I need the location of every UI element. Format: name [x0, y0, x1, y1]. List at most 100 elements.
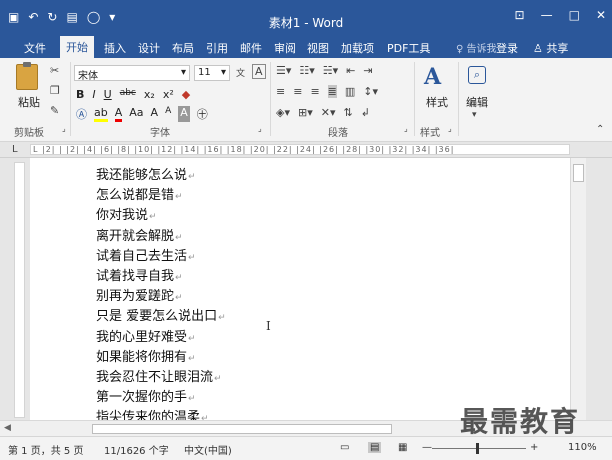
align-right-icon[interactable]: ≡ — [310, 85, 319, 98]
shrink-font-button[interactable]: A — [165, 106, 171, 122]
close-button[interactable]: ✕ — [596, 8, 606, 22]
sort-icon[interactable]: ⇅ — [343, 106, 352, 119]
bold-button[interactable]: B — [76, 88, 84, 101]
paste-icon[interactable] — [16, 62, 38, 90]
increase-indent-icon[interactable]: ⇥ — [363, 64, 372, 77]
vertical-scroll-thumb[interactable] — [573, 164, 584, 182]
numbering-icon[interactable]: ☷▾ — [299, 64, 314, 77]
tab-references[interactable]: 引用 — [206, 40, 228, 56]
distributed-icon[interactable]: ▥ — [345, 85, 355, 98]
chinese-layout-icon[interactable]: ✕▾ — [321, 106, 336, 119]
justify-icon[interactable]: ≣ — [327, 85, 337, 98]
page-count[interactable]: 第 1 页，共 5 页 — [8, 442, 83, 457]
vertical-scrollbar[interactable] — [570, 158, 586, 420]
tab-selector[interactable]: L — [12, 144, 18, 155]
chevron-down-icon[interactable]: ▾ — [472, 110, 477, 120]
line-spacing-icon[interactable]: ↕▾ — [363, 85, 378, 98]
tab-mailings[interactable]: 邮件 — [240, 40, 262, 56]
share-button[interactable]: ♙ 共享 — [533, 40, 568, 56]
format-painter-icon[interactable]: ✎ — [50, 104, 59, 117]
maximize-button[interactable]: □ — [569, 8, 580, 22]
sign-in-link[interactable]: 登录 — [496, 40, 518, 56]
text-effects-icon[interactable]: Ⓐ — [76, 106, 87, 122]
text-line[interactable]: 离开就会解脱↵ — [96, 227, 226, 247]
text-line[interactable]: 我会忍住不让眼泪流↵ — [96, 368, 226, 388]
styles-button-label[interactable]: 样式 — [426, 94, 448, 110]
tab-review[interactable]: 审阅 — [274, 40, 296, 56]
read-mode-icon[interactable]: ▭ — [340, 442, 349, 453]
zoom-in-button[interactable]: + — [530, 442, 538, 453]
subscript-button[interactable]: x₂ — [144, 88, 155, 101]
document-body[interactable]: 我还能够怎么说↵ 怎么说都是错↵ 你对我说↵ 离开就会解脱↵ 试着自己去生活↵ … — [96, 166, 226, 420]
zoom-out-button[interactable]: — — [422, 442, 432, 453]
tab-design[interactable]: 设计 — [138, 40, 160, 56]
search-icon[interactable]: ⌕ — [468, 66, 486, 84]
tell-me-search[interactable]: ♀ 告诉我 — [456, 40, 497, 55]
multilevel-list-icon[interactable]: ☵▾ — [323, 64, 338, 77]
text-line[interactable]: 如果能将你拥有↵ — [96, 348, 226, 368]
text-line[interactable]: 第一次握你的手↵ — [96, 388, 226, 408]
font-name-combobox[interactable]: 宋体 ▾ — [74, 65, 190, 82]
zoom-level[interactable]: 110% — [568, 442, 597, 453]
copy-icon[interactable]: ❐ — [50, 84, 60, 97]
italic-button[interactable]: I — [92, 88, 95, 101]
tab-view[interactable]: 视图 — [307, 40, 329, 56]
horizontal-scroll-thumb[interactable] — [92, 424, 392, 434]
collapse-ribbon-icon[interactable]: ⌃ — [596, 124, 604, 135]
ribbon-display-options-button[interactable]: ⊡ — [515, 8, 525, 22]
clipboard-launcher-icon[interactable]: ⌟ — [62, 124, 66, 133]
clear-formatting-icon[interactable]: ◆ — [182, 88, 190, 101]
font-size-combobox[interactable]: 11 ▾ — [194, 65, 230, 81]
zoom-slider-thumb[interactable] — [476, 443, 479, 454]
zoom-slider-track[interactable] — [432, 448, 526, 449]
change-case-button[interactable]: Aa — [129, 106, 143, 122]
enclose-character-icon[interactable]: ㊉ — [197, 106, 208, 122]
scroll-left-icon[interactable]: ◀ — [4, 423, 11, 433]
decrease-indent-icon[interactable]: ⇤ — [346, 64, 355, 77]
cut-icon[interactable]: ✂ — [50, 64, 59, 77]
character-border-icon[interactable]: A — [252, 64, 266, 79]
text-line[interactable]: 只是 爱要怎么说出口↵ — [96, 307, 226, 327]
tab-layout[interactable]: 布局 — [172, 40, 194, 56]
tab-home[interactable]: 开始 — [60, 36, 94, 58]
tab-pdf-tools[interactable]: PDF工具 — [387, 40, 430, 56]
ruler-scale[interactable]: L |2| | |2| |4| |6| |8| |10| |12| |14| |… — [30, 144, 570, 155]
styles-gallery-icon[interactable]: A — [424, 64, 452, 90]
language-indicator[interactable]: 中文(中国) — [184, 442, 232, 457]
minimize-button[interactable]: — — [541, 8, 553, 22]
phonetic-guide-icon[interactable]: 文 — [236, 66, 245, 79]
text-line[interactable]: 指尖传来你的温柔↵ — [96, 408, 226, 420]
font-color-icon[interactable]: A — [114, 106, 123, 122]
paste-button-label[interactable]: 粘贴 — [18, 94, 40, 110]
text-line[interactable]: 试着找寻自我↵ — [96, 267, 226, 287]
text-line[interactable]: 我还能够怎么说↵ — [96, 166, 226, 186]
highlight-color-icon[interactable]: ab — [94, 106, 108, 122]
document-page[interactable]: 我还能够怎么说↵ 怎么说都是错↵ 你对我说↵ 离开就会解脱↵ 试着自己去生活↵ … — [30, 158, 570, 420]
text-line[interactable]: 你对我说↵ — [96, 206, 226, 226]
paragraph-launcher-icon[interactable]: ⌟ — [404, 124, 408, 133]
print-layout-icon[interactable]: ▤ — [368, 442, 382, 453]
shading-icon[interactable]: ◈▾ — [276, 106, 290, 119]
bullets-icon[interactable]: ☰▾ — [276, 64, 291, 77]
character-shading-icon[interactable]: A — [178, 106, 190, 122]
show-marks-icon[interactable]: ↲ — [361, 106, 370, 119]
word-count[interactable]: 11/1626 个字 — [104, 442, 169, 457]
align-center-icon[interactable]: ≡ — [293, 85, 302, 98]
align-left-icon[interactable]: ≡ — [276, 85, 285, 98]
web-layout-icon[interactable]: ▦ — [398, 442, 407, 453]
vertical-ruler-scale[interactable] — [14, 162, 25, 418]
borders-icon[interactable]: ⊞▾ — [298, 106, 313, 119]
superscript-button[interactable]: x² — [163, 88, 174, 101]
underline-button[interactable]: U — [104, 88, 112, 101]
tab-file[interactable]: 文件 — [24, 40, 46, 56]
text-line[interactable]: 别再为爱蹉跎↵ — [96, 287, 226, 307]
font-launcher-icon[interactable]: ⌟ — [258, 124, 262, 133]
strikethrough-button[interactable]: abc — [120, 88, 136, 101]
styles-launcher-icon[interactable]: ⌟ — [448, 124, 452, 133]
text-line[interactable]: 我的心里好难受↵ — [96, 328, 226, 348]
grow-font-button[interactable]: A — [151, 106, 159, 122]
text-line[interactable]: 试着自己去生活↵ — [96, 247, 226, 267]
text-line[interactable]: 怎么说都是错↵ — [96, 186, 226, 206]
editing-button-label[interactable]: 编辑 — [466, 94, 488, 110]
tab-addins[interactable]: 加载项 — [341, 40, 374, 56]
